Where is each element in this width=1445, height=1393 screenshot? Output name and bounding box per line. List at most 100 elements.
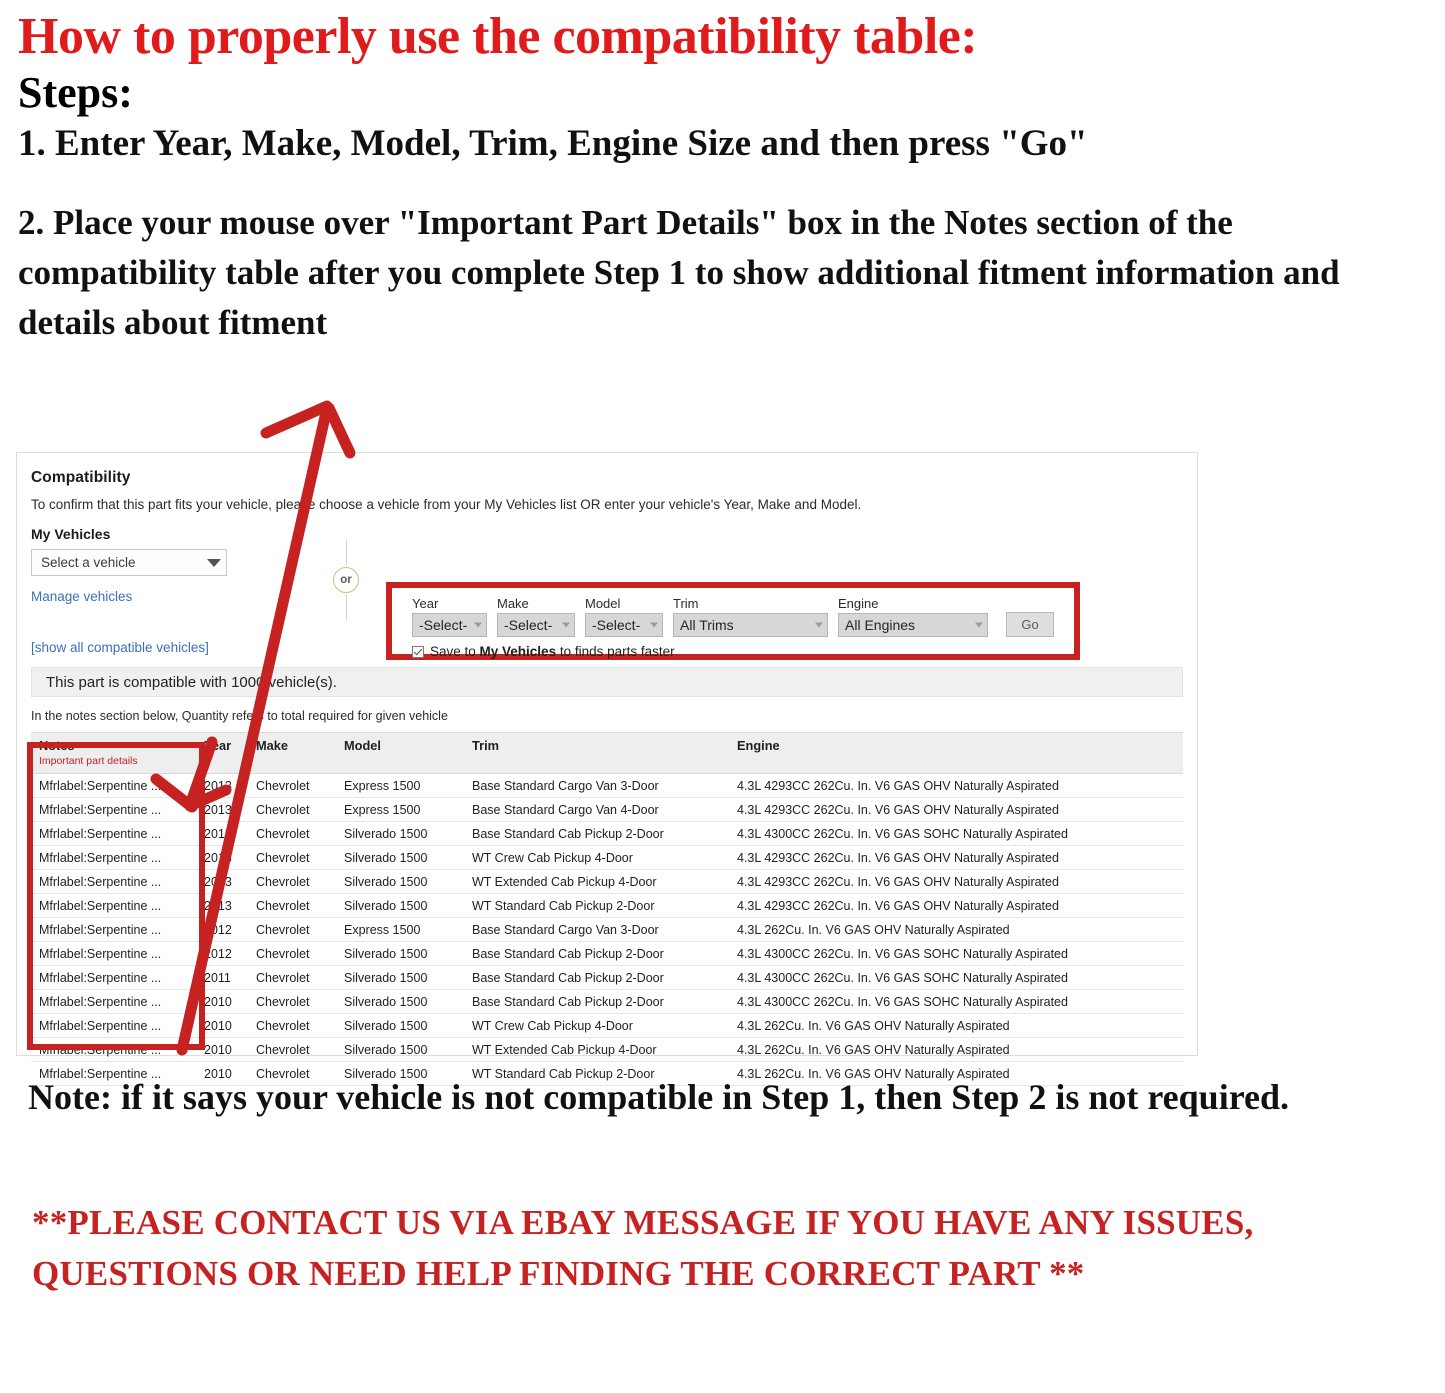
table-row[interactable]: Mfrlabel:Serpentine ... 2013 Chevrolet Silv…: [31, 869, 1183, 894]
save-bold: My Vehicles: [479, 644, 557, 659]
year-field-group: Year -Select-: [412, 596, 487, 637]
cell-engine: 4.3L 4300CC 262Cu. In. V6 GAS SOHC Natur…: [729, 965, 1183, 990]
column-header-make[interactable]: Make: [248, 732, 336, 774]
cell-notes[interactable]: Mfrlabel:Serpentine ...: [31, 941, 196, 966]
quantity-note: In the notes section below, Quantity ref…: [31, 709, 448, 723]
cell-engine: 4.3L 4300CC 262Cu. In. V6 GAS SOHC Natur…: [729, 821, 1183, 846]
cell-year: 2010: [196, 1037, 248, 1062]
vehicle-form-fields: Year -Select- Make -Select- Model -Selec…: [392, 588, 1074, 637]
vehicle-chooser: My Vehicles Select a vehicle Manage vehi…: [31, 526, 1181, 660]
table-row[interactable]: Mfrlabel:Serpentine ... 2013 Chevrolet Silv…: [31, 821, 1183, 846]
cell-engine: 4.3L 4300CC 262Cu. In. V6 GAS SOHC Natur…: [729, 941, 1183, 966]
cell-year: 2010: [196, 989, 248, 1014]
vehicle-form-highlight-box: Year -Select- Make -Select- Model -Selec…: [386, 582, 1080, 660]
cell-trim: Base Standard Cab Pickup 2-Door: [464, 965, 729, 990]
cell-trim: WT Crew Cab Pickup 4-Door: [464, 1013, 729, 1038]
table-row[interactable]: Mfrlabel:Serpentine ... 2011 Chevrolet Silv…: [31, 965, 1183, 990]
table-row[interactable]: Mfrlabel:Serpentine ... 2013 Chevrolet Expr…: [31, 797, 1183, 822]
important-part-details-label[interactable]: Important part details: [39, 755, 188, 767]
trim-value: All Trims: [680, 617, 734, 633]
steps-label: Steps:: [18, 67, 133, 117]
table-row[interactable]: Mfrlabel:Serpentine ... 2010 Chevrolet Silv…: [31, 1037, 1183, 1062]
table-header-row: Notes Important part details Year Make M…: [31, 732, 1183, 774]
cell-notes[interactable]: Mfrlabel:Serpentine ...: [31, 821, 196, 846]
table-row[interactable]: Mfrlabel:Serpentine ... 2012 Chevrolet Expr…: [31, 917, 1183, 942]
engine-value: All Engines: [845, 617, 916, 633]
or-line-top: [345, 540, 347, 565]
save-vehicle-checkbox[interactable]: [412, 645, 424, 658]
cell-year: 2010: [196, 1013, 248, 1038]
cell-make: Chevrolet: [248, 1037, 336, 1062]
cell-trim: WT Standard Cab Pickup 2-Door: [464, 893, 729, 918]
make-select[interactable]: -Select-: [497, 613, 575, 637]
compatibility-table: Notes Important part details Year Make M…: [31, 732, 1183, 1086]
chevron-down-icon: [815, 622, 823, 628]
cell-notes[interactable]: Mfrlabel:Serpentine ...: [31, 989, 196, 1014]
cell-trim: Base Standard Cargo Van 3-Door: [464, 773, 729, 798]
cell-notes[interactable]: Mfrlabel:Serpentine ...: [31, 965, 196, 990]
cell-notes[interactable]: Mfrlabel:Serpentine ...: [31, 1013, 196, 1038]
footer-note: Note: if it says your vehicle is not com…: [28, 1077, 1290, 1117]
footer-contact-message: **PLEASE CONTACT US VIA EBAY MESSAGE IF …: [32, 1203, 1254, 1293]
cell-notes[interactable]: Mfrlabel:Serpentine ...: [31, 869, 196, 894]
cell-make: Chevrolet: [248, 1013, 336, 1038]
cell-notes[interactable]: Mfrlabel:Serpentine ...: [31, 1037, 196, 1062]
save-to-my-vehicles-row[interactable]: Save to My Vehicles to finds parts faste…: [392, 637, 1074, 659]
cell-engine: 4.3L 262Cu. In. V6 GAS OHV Naturally Asp…: [729, 1037, 1183, 1062]
save-vehicle-label: Save to My Vehicles to finds parts faste…: [430, 644, 675, 659]
cell-year: 2013: [196, 773, 248, 798]
vehicle-select-dropdown[interactable]: Select a vehicle: [31, 549, 227, 576]
or-separator: or: [323, 540, 369, 620]
make-field-group: Make -Select-: [497, 596, 575, 637]
trim-field-group: Trim All Trims: [673, 596, 828, 637]
trim-select[interactable]: All Trims: [673, 613, 828, 637]
or-badge: or: [333, 567, 359, 593]
step-2-text: 2. Place your mouse over "Important Part…: [18, 203, 1340, 342]
cell-engine: 4.3L 262Cu. In. V6 GAS OHV Naturally Asp…: [729, 917, 1183, 942]
compatible-count-banner: This part is compatible with 1000 vehicl…: [31, 667, 1183, 697]
model-select[interactable]: -Select-: [585, 613, 663, 637]
cell-year: 2012: [196, 941, 248, 966]
or-line-bottom: [345, 595, 347, 620]
model-value: -Select-: [592, 617, 641, 633]
cell-trim: WT Crew Cab Pickup 4-Door: [464, 845, 729, 870]
chevron-down-icon: [562, 622, 570, 628]
go-button[interactable]: Go: [1006, 612, 1054, 637]
cell-notes[interactable]: Mfrlabel:Serpentine ...: [31, 797, 196, 822]
cell-trim: Base Standard Cab Pickup 2-Door: [464, 941, 729, 966]
cell-year: 2013: [196, 893, 248, 918]
column-header-notes[interactable]: Notes Important part details: [31, 732, 196, 774]
chevron-down-icon: [975, 622, 983, 628]
column-header-model[interactable]: Model: [336, 732, 464, 774]
cell-make: Chevrolet: [248, 797, 336, 822]
cell-notes[interactable]: Mfrlabel:Serpentine ...: [31, 893, 196, 918]
save-prefix: Save to: [430, 644, 480, 659]
cell-model: Express 1500: [336, 773, 464, 798]
engine-select[interactable]: All Engines: [838, 613, 988, 637]
table-row[interactable]: Mfrlabel:Serpentine ... 2013 Chevrolet Expr…: [31, 773, 1183, 798]
table-row[interactable]: Mfrlabel:Serpentine ... 2012 Chevrolet Silv…: [31, 941, 1183, 966]
cell-notes[interactable]: Mfrlabel:Serpentine ...: [31, 917, 196, 942]
model-field-group: Model -Select-: [585, 596, 663, 637]
my-vehicles-label: My Vehicles: [31, 526, 111, 542]
table-body: Mfrlabel:Serpentine ... 2013 Chevrolet Expr…: [31, 773, 1183, 1086]
cell-make: Chevrolet: [248, 773, 336, 798]
cell-model: Silverado 1500: [336, 821, 464, 846]
table-row[interactable]: Mfrlabel:Serpentine ... 2010 Chevrolet Silv…: [31, 989, 1183, 1014]
chevron-down-icon: [650, 622, 658, 628]
column-header-year[interactable]: Year: [196, 732, 248, 774]
column-header-engine[interactable]: Engine: [729, 732, 1183, 774]
table-row[interactable]: Mfrlabel:Serpentine ... 2013 Chevrolet Silv…: [31, 845, 1183, 870]
table-row[interactable]: Mfrlabel:Serpentine ... 2013 Chevrolet Silv…: [31, 893, 1183, 918]
cell-model: Silverado 1500: [336, 965, 464, 990]
cell-notes[interactable]: Mfrlabel:Serpentine ...: [31, 845, 196, 870]
column-header-trim[interactable]: Trim: [464, 732, 729, 774]
cell-make: Chevrolet: [248, 989, 336, 1014]
year-select[interactable]: -Select-: [412, 613, 487, 637]
cell-notes[interactable]: Mfrlabel:Serpentine ...: [31, 773, 196, 798]
cell-model: Silverado 1500: [336, 845, 464, 870]
cell-year: 2013: [196, 797, 248, 822]
cell-trim: WT Extended Cab Pickup 4-Door: [464, 869, 729, 894]
table-row[interactable]: Mfrlabel:Serpentine ... 2010 Chevrolet Silv…: [31, 1013, 1183, 1038]
model-label: Model: [585, 596, 621, 611]
